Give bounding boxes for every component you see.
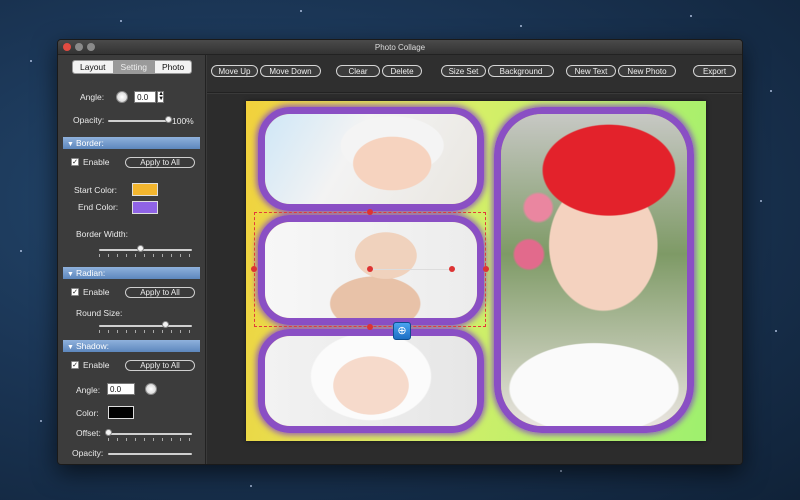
title-bar: Photo Collage (58, 40, 742, 55)
collage-canvas[interactable]: ⊕ (246, 101, 706, 441)
selection-handle-top[interactable] (367, 209, 373, 215)
rotation-line (371, 269, 453, 270)
shadow-offset-label: Offset: (76, 428, 101, 438)
shadow-section-header[interactable]: ▼ Shadow: (63, 340, 200, 352)
border-enable-label: Enable (83, 157, 110, 167)
selection-handle-left[interactable] (251, 266, 257, 272)
rotation-handle[interactable] (449, 266, 455, 272)
close-window-button[interactable] (63, 43, 71, 51)
shadow-opacity-label: Opacity: (72, 448, 104, 458)
radian-enable-row: ✓ Enable (71, 287, 109, 297)
photo-frame-4[interactable] (494, 107, 694, 433)
shadow-apply-all-button[interactable]: Apply to All (125, 360, 195, 371)
angle-row: Angle: 0.0 ▲ ▼ (80, 91, 165, 103)
border-width-ticks (99, 254, 192, 257)
shadow-angle-dial[interactable] (145, 383, 157, 395)
delete-button[interactable]: Delete (382, 65, 422, 77)
move-down-button[interactable]: Move Down (260, 65, 321, 77)
border-width-slider-track[interactable] (99, 249, 192, 251)
canvas-area: ⊕ (207, 94, 742, 464)
new-text-button[interactable]: New Text (566, 65, 616, 77)
angle-label: Angle: (80, 92, 105, 102)
border-enable-row: ✓ Enable (71, 157, 109, 167)
shadow-color-swatch[interactable] (108, 406, 134, 419)
angle-input[interactable]: 0.0 (134, 91, 157, 103)
shadow-opacity-slider-track[interactable] (108, 453, 192, 455)
shadow-color-label: Color: (76, 408, 99, 418)
shadow-enable-label: Enable (83, 360, 110, 370)
zoom-window-button[interactable] (87, 43, 95, 51)
background-button[interactable]: Background (488, 65, 554, 77)
shadow-angle-input[interactable]: 0.0 (107, 383, 135, 395)
radian-section-title: Radian: (75, 268, 106, 278)
tab-photo[interactable]: Photo (155, 61, 192, 73)
clear-button[interactable]: Clear (336, 65, 380, 77)
opacity-row: Opacity: (73, 115, 104, 125)
shadow-offset-slider-knob[interactable] (104, 429, 112, 436)
settings-sidebar: Layout Setting Photo Angle: 0.0 ▲ ▼ Opaci… (58, 55, 206, 464)
border-section-title: Border: (75, 138, 104, 148)
sidebar-tab-control: Layout Setting Photo (72, 60, 193, 74)
chevron-down-icon: ▼ (67, 141, 74, 148)
tab-setting[interactable]: Setting (113, 61, 155, 73)
chevron-down-icon: ▼ (67, 344, 74, 351)
end-color-swatch[interactable] (132, 201, 158, 214)
opacity-label: Opacity: (73, 115, 105, 125)
zoom-in-icon[interactable]: ⊕ (393, 322, 411, 340)
selection-handle-right[interactable] (483, 266, 489, 272)
size-set-button[interactable]: Size Set (441, 65, 486, 77)
round-size-label: Round Size: (76, 308, 123, 318)
border-apply-all-button[interactable]: Apply to All (125, 157, 195, 168)
minimize-window-button[interactable] (75, 43, 83, 51)
opacity-slider-knob[interactable] (164, 116, 172, 123)
shadow-angle-label: Angle: (76, 385, 101, 395)
start-color-label: Start Color: (74, 185, 117, 195)
radian-enable-checkbox[interactable]: ✓ (71, 288, 79, 296)
export-button[interactable]: Export (693, 65, 736, 77)
rotation-center-handle[interactable] (367, 266, 373, 272)
main-toolbar: Move Up Move Down Clear Delete Size Set … (207, 55, 742, 93)
border-section-header[interactable]: ▼ Border: (63, 137, 200, 149)
move-up-button[interactable]: Move Up (211, 65, 258, 77)
opacity-slider-track[interactable] (108, 120, 168, 122)
opacity-value: 100% (172, 116, 194, 126)
baby-photo-4 (501, 114, 687, 426)
radian-section-header[interactable]: ▼ Radian: (63, 267, 200, 279)
start-color-swatch[interactable] (132, 183, 158, 196)
border-enable-checkbox[interactable]: ✓ (71, 158, 79, 166)
photo-frame-1[interactable] (258, 107, 484, 211)
border-width-label: Border Width: (76, 229, 128, 239)
selection-handle-bottom[interactable] (367, 324, 373, 330)
round-size-slider-track[interactable] (99, 325, 192, 327)
photo-frame-3[interactable] (258, 329, 484, 433)
shadow-enable-checkbox[interactable]: ✓ (71, 361, 79, 369)
new-photo-button[interactable]: New Photo (618, 65, 676, 77)
chevron-down-icon: ▼ (67, 271, 74, 278)
shadow-section-title: Shadow: (75, 341, 110, 351)
angle-stepper[interactable]: ▲ ▼ (157, 91, 165, 103)
radian-enable-label: Enable (83, 287, 110, 297)
shadow-offset-ticks (108, 438, 192, 441)
radian-apply-all-button[interactable]: Apply to All (125, 287, 195, 298)
baby-photo-3 (265, 336, 477, 426)
end-color-label: End Color: (78, 202, 119, 212)
shadow-offset-slider-track[interactable] (108, 433, 192, 435)
shadow-enable-row: ✓ Enable (71, 360, 109, 370)
tab-layout[interactable]: Layout (73, 61, 114, 73)
window-title: Photo Collage (374, 43, 426, 52)
angle-dial[interactable] (116, 91, 129, 103)
round-size-ticks (99, 330, 192, 333)
app-window: Photo Collage Layout Setting Photo Angle… (57, 39, 743, 465)
baby-photo-1 (265, 114, 477, 204)
